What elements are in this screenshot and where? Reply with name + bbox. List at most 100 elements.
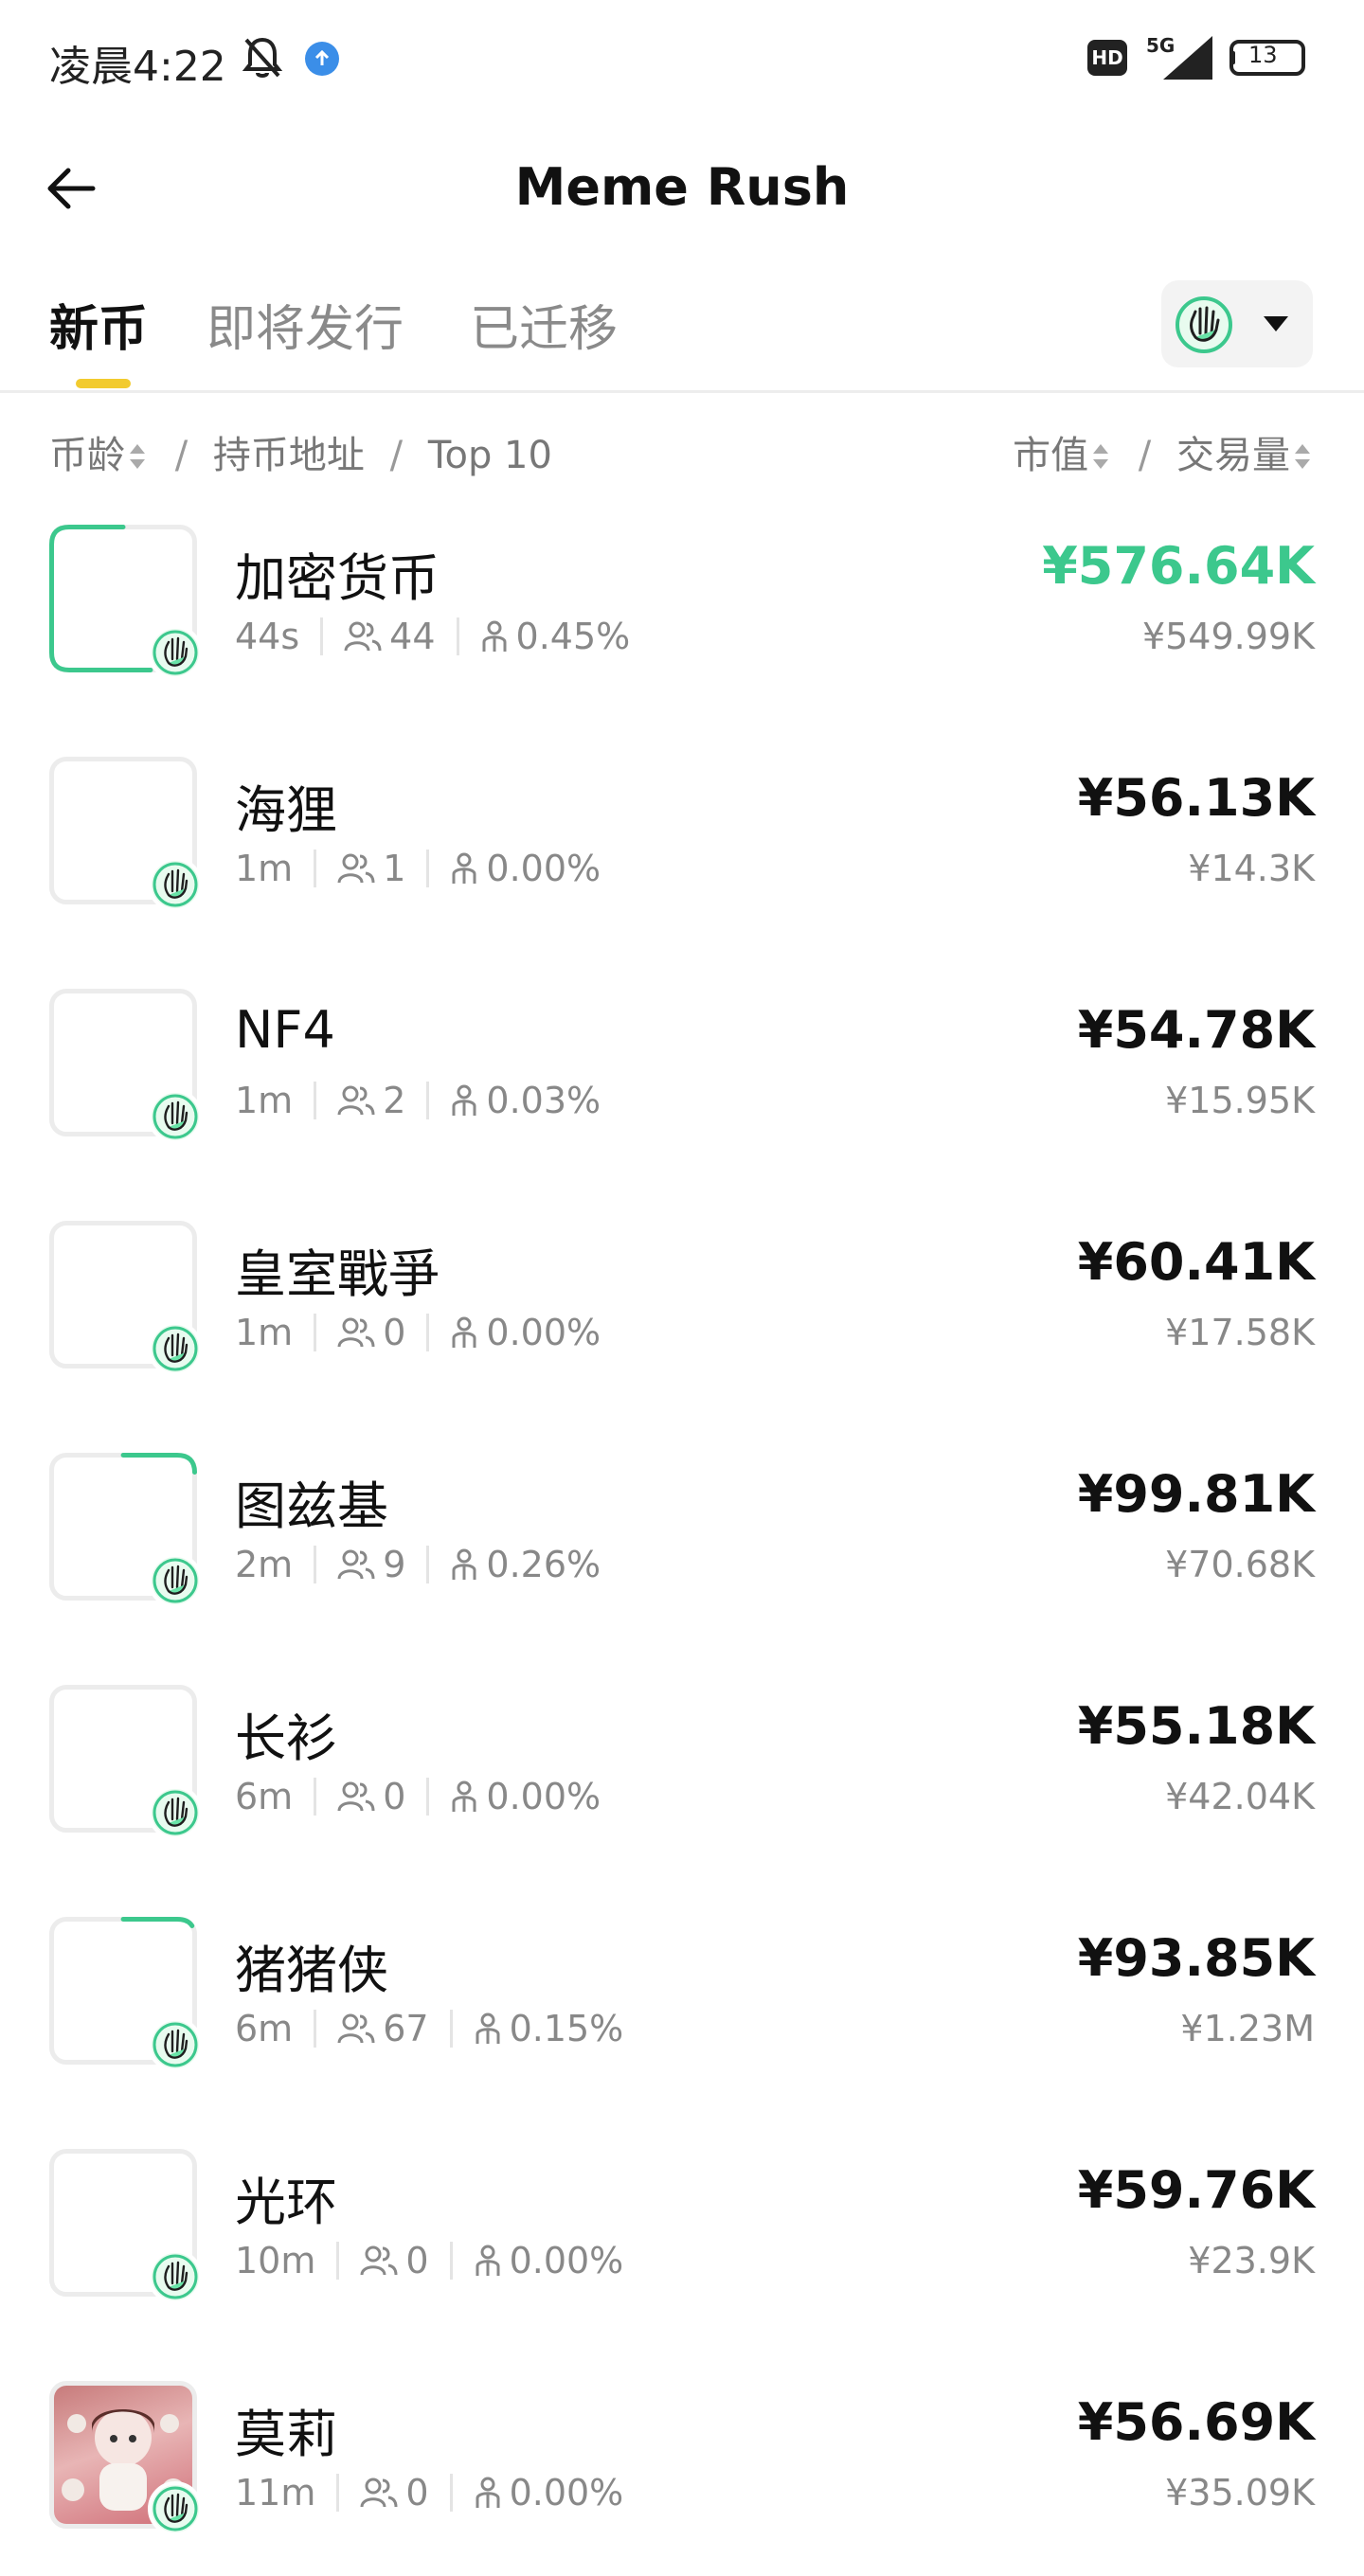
meta-divider [314,1546,317,1583]
pump-hand-icon [148,1785,203,1840]
sort-arrows-icon[interactable] [129,440,146,474]
hd-icon: HD [1087,40,1127,76]
coin-row[interactable]: 加密货币 44s 44 0.45% ¥576.64K ¥549.99K [0,474,1364,706]
meta-divider [336,2242,340,2280]
top10-icon [452,1316,476,1348]
holders-icon [337,2013,375,2044]
coin-top10: 0.03% [486,1080,601,1121]
coin-name: 猪猪侠 [235,1941,388,2000]
coin-row[interactable]: 光环 10m 0 0.00% ¥59.76K ¥23.9K [0,2098,1364,2330]
coin-row[interactable]: 长衫 6m 0 0.00% ¥55.18K ¥42.04K [0,1634,1364,1866]
coin-age: 6m [235,1776,294,1817]
tab-upcoming[interactable]: 即将发行 [206,289,404,360]
tab-divider [0,390,1364,393]
page-title: Meme Rush [514,157,850,217]
coin-meta: 1m 2 0.03% [235,1080,601,1121]
coin-market-cap: ¥55.18K [1077,1696,1315,1756]
coin-meta: 44s 44 0.45% [235,616,630,657]
coin-row[interactable]: 海狸 1m 1 0.00% ¥56.13K ¥14.3K [0,706,1364,938]
coin-meta: 2m 9 0.26% [235,1544,601,1585]
coin-name: 海狸 [235,780,337,840]
coin-meta: 1m 1 0.00% [235,848,601,889]
coin-top10: 0.00% [486,1776,601,1817]
sort-arrows-icon[interactable] [1294,440,1311,474]
top10-icon [482,620,507,652]
coin-meta: 11m 0 0.00% [235,2472,623,2513]
tab-migrated[interactable]: 已迁移 [470,289,618,360]
pump-hand-icon [148,1089,203,1144]
coin-top10: 0.00% [486,1312,601,1353]
coin-market-cap: ¥60.41K [1077,1232,1315,1292]
meta-divider [449,2242,453,2280]
pump-hand-icon [148,1553,203,1608]
pump-hand-icon [1176,296,1232,353]
status-bar: 凌晨4:22 HD 5G 13 [0,0,1364,118]
coin-row[interactable]: 莫莉 11m 0 0.00% ¥56.69K ¥35.09K [0,2330,1364,2562]
coin-holders: 2 [383,1080,406,1121]
coin-row[interactable]: NF4 1m 2 0.03% ¥54.78K ¥15.95K [0,938,1364,1170]
coin-top10: 0.15% [509,2008,624,2049]
coin-holders: 0 [405,2472,429,2513]
coin-top10: 0.26% [486,1544,601,1585]
pump-hand-icon [148,857,203,912]
bell-muted-icon [242,37,283,78]
tab-new-coins[interactable]: 新币 [49,289,148,360]
coin-holders: 44 [389,616,436,657]
meta-divider [449,2010,453,2048]
coin-holders: 67 [383,2008,429,2049]
meta-divider [449,2474,453,2512]
holders-icon [337,853,375,884]
coin-age: 2m [235,1544,294,1585]
coin-row[interactable]: 皇室戰爭 1m 0 0.00% ¥60.41K ¥17.58K [0,1170,1364,1402]
sort-volume[interactable]: 交易量 [1176,434,1290,477]
coin-meta: 6m 0 0.00% [235,1776,601,1817]
coin-meta: 10m 0 0.00% [235,2240,623,2281]
coin-holders: 0 [383,1312,406,1353]
meta-divider [314,2010,317,2048]
meta-divider [426,1082,430,1119]
coin-holders: 9 [383,1544,406,1585]
coin-holders: 0 [383,1776,406,1817]
pump-hand-icon [148,2481,203,2536]
coin-holders: 1 [383,848,406,889]
top10-icon [452,1780,476,1812]
coin-top10: 0.00% [509,2472,624,2513]
sort-arrows-icon[interactable] [1092,440,1109,474]
coin-holders: 0 [405,2240,429,2281]
sort-separator: / [389,434,404,477]
meta-divider [314,1778,317,1816]
sort-age[interactable]: 币龄 [49,434,125,477]
coin-volume: ¥15.95K [1165,1080,1315,1121]
coin-top10: 0.00% [509,2240,624,2281]
coin-volume: ¥1.23M [1180,2008,1315,2049]
coin-name: 加密货币 [235,548,440,608]
coin-volume: ¥14.3K [1188,848,1315,889]
coin-age: 1m [235,1312,294,1353]
meta-divider [426,850,430,887]
chevron-down-icon [1264,316,1288,331]
coin-meta: 1m 0 0.00% [235,1312,601,1353]
coin-market-cap: ¥93.85K [1077,1928,1315,1988]
coin-volume: ¥35.09K [1165,2472,1315,2513]
meta-divider [314,850,317,887]
coin-row[interactable]: 猪猪侠 6m 67 0.15% ¥93.85K ¥1.23M [0,1866,1364,2098]
coin-name: 图兹基 [235,1476,388,1536]
signal-icon [1163,36,1212,80]
meta-divider [456,617,459,655]
status-time: 凌晨4:22 [49,43,226,91]
coin-market-cap: ¥56.69K [1077,2392,1315,2452]
chain-selector[interactable] [1161,280,1313,367]
coin-row[interactable]: 图兹基 2m 9 0.26% ¥99.81K ¥70.68K [0,1402,1364,1634]
top10-icon [476,2477,500,2508]
meta-divider [426,1778,430,1816]
top10-icon [452,1084,476,1116]
sort-bar-right: 市值 / 交易量 [1013,424,1315,479]
meta-divider [314,1314,317,1351]
holders-icon [360,2478,398,2508]
coin-volume: ¥549.99K [1141,616,1315,657]
coin-top10: 0.00% [486,848,601,889]
coin-name: NF4 [235,1000,335,1060]
pump-hand-icon [148,1321,203,1376]
sort-market-cap[interactable]: 市值 [1013,434,1088,477]
pump-hand-icon [148,625,203,680]
